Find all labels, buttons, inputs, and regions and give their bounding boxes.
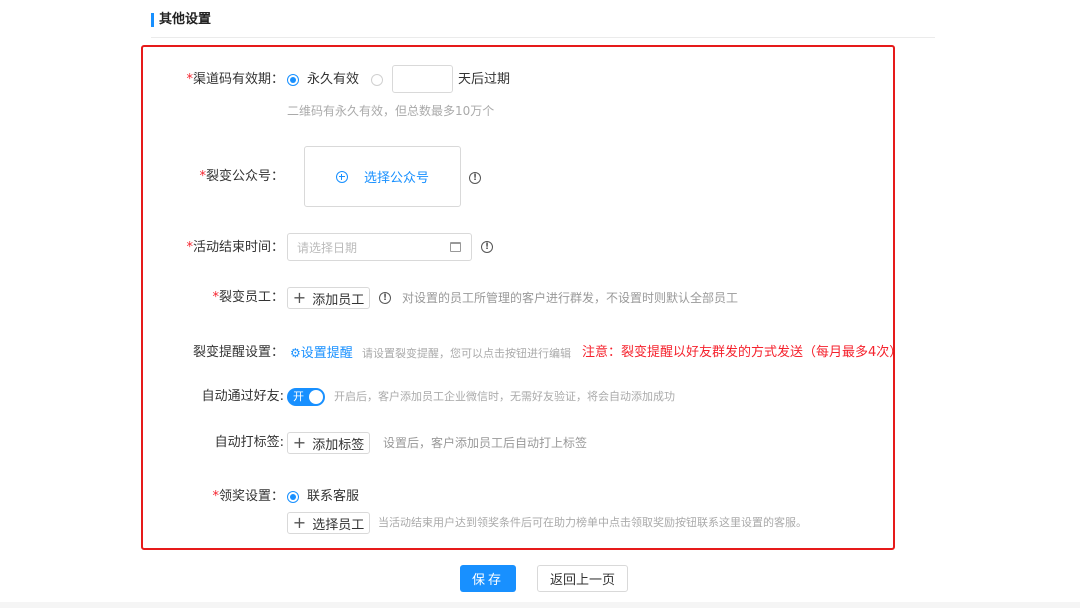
reward-label: *领奖设置： [212,489,284,504]
reward-contact-label[interactable]: 联系客服 [307,489,359,505]
staff-label: *裂变员工： [212,290,284,305]
gear-icon: ⚙ [290,346,301,360]
reminder-label: 裂变提醒设置： [192,345,284,360]
end-time-input[interactable]: 请选择日期 [287,233,472,261]
auto-tag-label: 自动打标签: [214,435,284,450]
info-circle-icon: ! [469,172,481,184]
calendar-icon [450,242,461,252]
validity-hint: 二维码有永久有效，但总数最多10万个 [287,104,495,118]
validity-forever-radio[interactable] [287,74,299,86]
save-button[interactable]: 保存 [460,565,516,592]
staff-hint: 对设置的员工所管理的客户进行群发，不设置时则默认全部员工 [402,291,739,305]
add-staff-button[interactable]: + 添加员工 [287,287,370,309]
reminder-notice: 注意：裂变提醒以好友群发的方式发送（每月最多4次） [582,345,903,360]
reward-hint: 当活动结束用户达到领奖条件后可在助力榜单中点击领取奖励按钮联系这里设置的客服。 [378,516,807,529]
set-reminder-link[interactable]: ⚙设置提醒 [290,345,353,362]
section-divider [151,37,935,38]
select-staff-button[interactable]: + 选择员工 [287,512,370,534]
auto-accept-hint: 开启后，客户添加员工企业微信时，无需好友验证，将会自动添加成功 [334,390,675,403]
back-button[interactable]: 返回上一页 [537,565,628,592]
reminder-hint: 请设置裂变提醒，您可以点击按钮进行编辑 [362,347,571,360]
validity-days-radio[interactable] [371,74,383,86]
info-circle-icon: ! [481,241,493,253]
page-bottom-strip [0,602,1080,608]
select-official-account-button[interactable]: 选择公众号 [304,146,461,207]
info-circle-icon: ! [379,292,391,304]
official-account-label: *裂变公众号： [199,169,284,184]
section-accent-bar [151,13,154,27]
validity-days-input[interactable] [392,65,453,93]
validity-forever-label[interactable]: 永久有效 [307,72,359,88]
add-tag-button[interactable]: + 添加标签 [287,432,370,454]
auto-accept-switch[interactable]: 开 [287,388,325,406]
plus-circle-icon [335,170,348,183]
validity-days-suffix: 天后过期 [458,72,511,87]
validity-label: *渠道码有效期： [186,72,284,87]
auto-tag-hint: 设置后，客户添加员工后自动打上标签 [383,436,588,450]
reward-contact-radio[interactable] [287,491,299,503]
section-title: 其他设置 [159,12,212,27]
select-official-account-label: 选择公众号 [363,171,429,186]
end-time-label: *活动结束时间： [186,240,284,255]
auto-accept-label: 自动通过好友: [201,389,284,404]
end-time-placeholder: 请选择日期 [297,241,358,255]
